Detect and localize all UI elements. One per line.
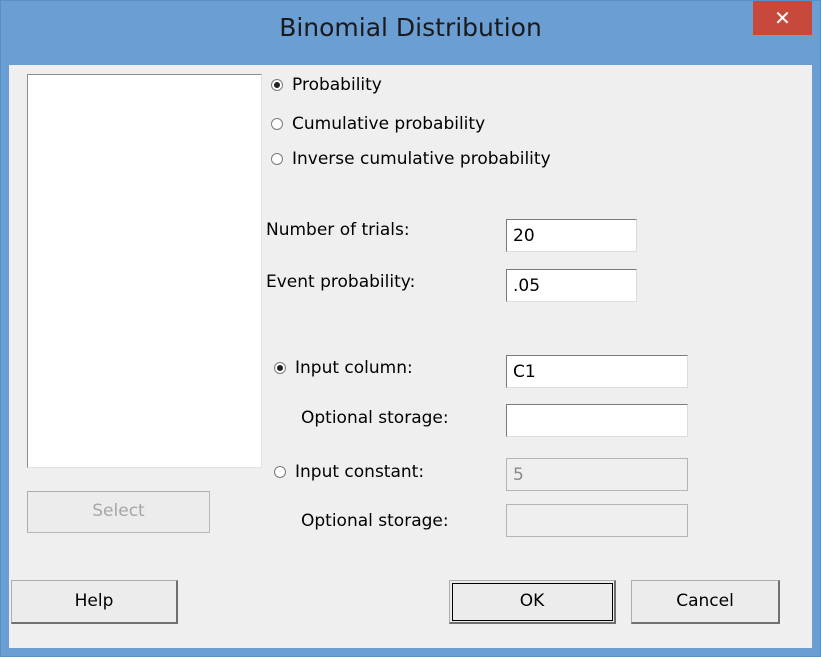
radio-input-column[interactable]: Input column: xyxy=(274,358,413,378)
input-constant-label: Input constant: xyxy=(295,462,425,482)
radio-cumulative-probability-label: Cumulative probability xyxy=(292,114,486,134)
radio-probability-label: Probability xyxy=(292,75,382,95)
column-optional-storage-field[interactable] xyxy=(506,404,688,437)
column-optional-storage-label: Optional storage: xyxy=(301,408,449,428)
radio-input-constant[interactable]: Input constant: xyxy=(274,462,424,482)
select-button[interactable]: Select xyxy=(27,491,210,533)
close-icon: ✕ xyxy=(774,6,791,30)
radio-probability[interactable]: Probability xyxy=(271,75,382,95)
radio-inverse-cumulative-probability-indicator[interactable] xyxy=(271,153,283,165)
event-probability-label: Event probability: xyxy=(266,272,416,292)
number-of-trials-label: Number of trials: xyxy=(266,220,410,240)
dialog-title: Binomial Distribution xyxy=(279,13,542,42)
radio-cumulative-probability[interactable]: Cumulative probability xyxy=(271,114,485,134)
radio-inverse-cumulative-probability[interactable]: Inverse cumulative probability xyxy=(271,149,551,169)
constant-optional-storage-label: Optional storage: xyxy=(301,511,449,531)
constant-optional-storage-field[interactable] xyxy=(506,504,688,537)
input-constant-field[interactable]: 5 xyxy=(506,458,688,491)
cancel-button[interactable]: Cancel xyxy=(631,580,780,624)
binomial-distribution-dialog: Binomial Distribution ✕ Select Probabili… xyxy=(0,0,821,657)
input-column-label: Input column: xyxy=(295,358,413,378)
close-button[interactable]: ✕ xyxy=(753,1,812,35)
help-button[interactable]: Help xyxy=(11,580,178,624)
dialog-body: Select Probability Cumulative probabilit… xyxy=(9,65,812,648)
number-of-trials-input[interactable]: 20 xyxy=(506,219,637,252)
variables-list[interactable] xyxy=(27,74,262,468)
input-column-field[interactable]: C1 xyxy=(506,355,688,388)
radio-probability-indicator[interactable] xyxy=(271,79,283,91)
radio-inverse-cumulative-probability-label: Inverse cumulative probability xyxy=(292,149,551,169)
event-probability-input[interactable]: .05 xyxy=(506,269,637,302)
ok-button[interactable]: OK xyxy=(449,580,616,624)
radio-cumulative-probability-indicator[interactable] xyxy=(271,118,283,130)
radio-input-column-indicator[interactable] xyxy=(274,362,286,374)
radio-input-constant-indicator[interactable] xyxy=(274,466,286,478)
title-bar[interactable]: Binomial Distribution ✕ xyxy=(1,1,820,65)
